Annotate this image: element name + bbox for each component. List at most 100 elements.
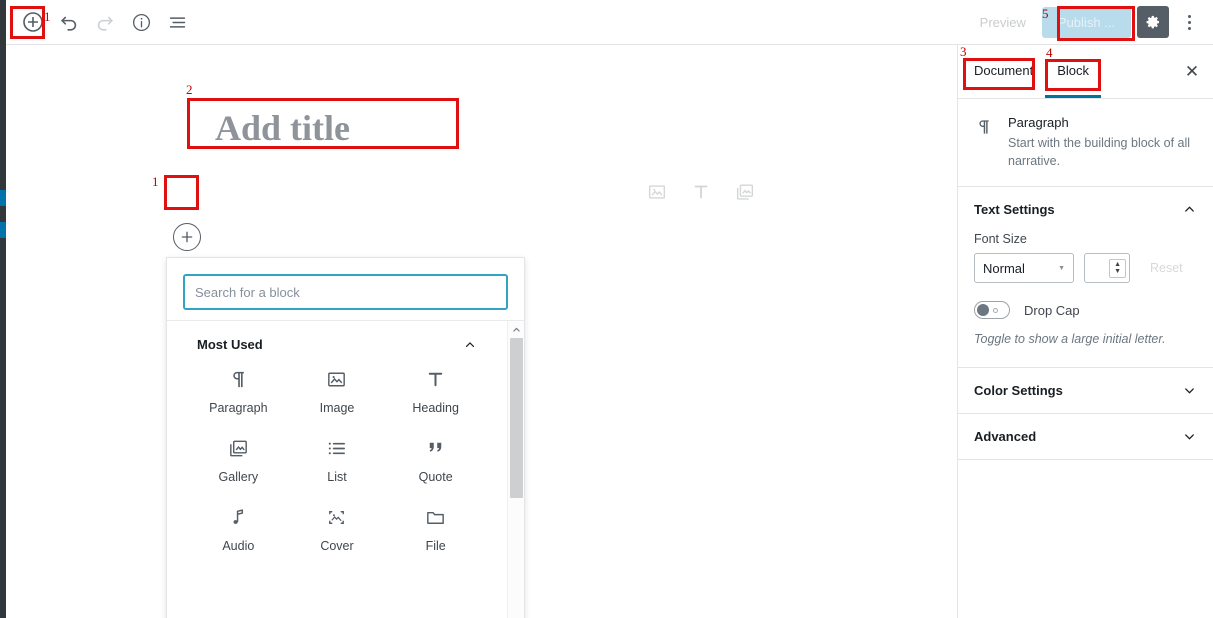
panel-title: Color Settings bbox=[974, 382, 1063, 398]
block-type-paragraph[interactable]: Paragraph bbox=[189, 368, 288, 415]
toggle-hole bbox=[993, 307, 998, 313]
block-card-description: Start with the building block of all nar… bbox=[1008, 136, 1191, 169]
rail-accent-2 bbox=[0, 222, 6, 238]
block-type-cover[interactable]: Cover bbox=[288, 506, 387, 553]
close-sidebar-button[interactable]: ✕ bbox=[1175, 55, 1209, 89]
inserter-body: Most Used Paragraph Image Heading Galler… bbox=[167, 320, 524, 618]
inserter-search-wrap bbox=[167, 258, 524, 320]
chevron-down-icon bbox=[1182, 429, 1197, 444]
dot-2 bbox=[1187, 20, 1191, 24]
panel-color-settings-header[interactable]: Color Settings bbox=[958, 368, 1213, 413]
info-icon bbox=[131, 12, 152, 33]
drop-cap-label: Drop Cap bbox=[1024, 302, 1080, 318]
chevron-up-icon bbox=[1182, 202, 1197, 217]
dot-3 bbox=[1187, 26, 1191, 30]
block-type-label: Paragraph bbox=[209, 401, 268, 415]
block-type-image[interactable]: Image bbox=[288, 368, 387, 415]
post-title-field[interactable]: Add title bbox=[187, 95, 378, 161]
panel-title: Advanced bbox=[974, 428, 1037, 444]
block-card-title: Paragraph bbox=[1008, 115, 1069, 130]
rail-accent-1 bbox=[0, 190, 6, 206]
gallery-icon bbox=[227, 437, 250, 460]
block-type-grid: Paragraph Image Heading Gallery List Quo… bbox=[173, 364, 501, 569]
redo-icon bbox=[94, 11, 116, 33]
stepper-down-icon[interactable]: ▼ bbox=[1114, 268, 1121, 275]
panel-advanced-header[interactable]: Advanced bbox=[958, 414, 1213, 459]
post-title-placeholder: Add title bbox=[215, 108, 350, 148]
block-type-file[interactable]: File bbox=[386, 506, 485, 553]
block-type-heading[interactable]: Heading bbox=[386, 368, 485, 415]
heading-icon[interactable] bbox=[690, 181, 712, 203]
paragraph-icon bbox=[227, 368, 250, 391]
more-options-button[interactable] bbox=[1175, 6, 1203, 38]
block-type-label: Image bbox=[319, 401, 355, 415]
paragraph-icon bbox=[974, 115, 994, 170]
quote-icon bbox=[424, 437, 447, 460]
block-type-label: Heading bbox=[412, 401, 459, 415]
chevron-up-icon bbox=[463, 338, 477, 352]
category-title: Most Used bbox=[197, 337, 263, 352]
chevron-down-icon bbox=[1182, 383, 1197, 398]
block-type-gallery[interactable]: Gallery bbox=[189, 437, 288, 484]
editor-toolbar: Preview Publish ... bbox=[6, 0, 1213, 45]
gear-icon bbox=[1144, 13, 1162, 31]
reset-font-size-button[interactable]: Reset bbox=[1140, 255, 1193, 281]
block-type-list[interactable]: List bbox=[288, 437, 387, 484]
block-search-input[interactable] bbox=[183, 274, 508, 310]
toggle-knob bbox=[977, 304, 989, 317]
content-structure-button[interactable] bbox=[124, 5, 158, 39]
preview-button[interactable]: Preview bbox=[970, 9, 1036, 36]
editor-canvas: Add title Search for a block Most Used P… bbox=[6, 45, 957, 618]
cover-icon bbox=[325, 506, 348, 529]
block-navigation-button[interactable] bbox=[160, 5, 194, 39]
gallery-icon[interactable] bbox=[734, 181, 756, 203]
sidebar-tabs: Document Block ✕ bbox=[958, 45, 1213, 99]
drop-cap-toggle[interactable] bbox=[974, 301, 1010, 320]
canvas-inserter-button[interactable] bbox=[173, 223, 201, 251]
drop-cap-row: Drop Cap bbox=[974, 301, 1197, 320]
block-type-audio[interactable]: Audio bbox=[189, 506, 288, 553]
font-size-value: Normal bbox=[983, 260, 1025, 276]
scrollbar-thumb[interactable] bbox=[509, 338, 523, 498]
font-size-select[interactable]: Normal ▼ bbox=[974, 253, 1074, 284]
toolbar-right-group: Preview Publish ... bbox=[970, 6, 1213, 38]
list-view-icon bbox=[167, 12, 188, 33]
dot-1 bbox=[1187, 14, 1191, 18]
tab-document[interactable]: Document bbox=[962, 46, 1045, 98]
image-icon bbox=[325, 368, 348, 391]
gutenberg-editor: Preview Publish ... Add title Search for… bbox=[0, 0, 1213, 618]
inserter-scrollbar[interactable] bbox=[507, 321, 524, 618]
list-icon bbox=[325, 437, 348, 460]
custom-font-size-input[interactable]: ▲ ▼ bbox=[1084, 253, 1130, 284]
block-type-label: File bbox=[425, 539, 446, 553]
font-size-label: Font Size bbox=[974, 232, 1027, 247]
selected-block-card: Paragraph Start with the building block … bbox=[958, 99, 1213, 188]
image-icon[interactable] bbox=[646, 181, 668, 203]
block-type-quote[interactable]: Quote bbox=[386, 437, 485, 484]
undo-button[interactable] bbox=[52, 5, 86, 39]
panel-text-settings-body: Font Size Normal ▼ ▲ ▼ Reset Drop Cap To… bbox=[958, 232, 1213, 367]
panel-title: Text Settings bbox=[974, 202, 1055, 218]
heading-icon bbox=[424, 368, 447, 391]
toolbar-add-block-button[interactable] bbox=[16, 5, 50, 39]
block-type-label: Cover bbox=[320, 539, 354, 553]
tab-block[interactable]: Block bbox=[1045, 46, 1102, 98]
category-header-most-used[interactable]: Most Used bbox=[173, 321, 501, 364]
plus-circle-icon bbox=[179, 229, 195, 245]
quick-insert-icons bbox=[646, 181, 756, 203]
stepper-up-icon[interactable]: ▲ bbox=[1114, 261, 1121, 268]
settings-button[interactable] bbox=[1137, 6, 1169, 38]
panel-text-settings: Text Settings Font Size Normal ▼ ▲ ▼ Res… bbox=[958, 187, 1213, 368]
inserter-scroll-area: Most Used Paragraph Image Heading Galler… bbox=[167, 321, 507, 618]
block-type-label: List bbox=[327, 470, 347, 484]
scrollbar-up-arrow[interactable] bbox=[508, 321, 525, 338]
panel-text-settings-header[interactable]: Text Settings bbox=[958, 187, 1213, 232]
block-card-text: Paragraph Start with the building block … bbox=[1008, 115, 1197, 170]
redo-button[interactable] bbox=[88, 5, 122, 39]
number-stepper[interactable]: ▲ ▼ bbox=[1109, 258, 1126, 278]
publish-button[interactable]: Publish ... bbox=[1041, 6, 1131, 38]
admin-rail bbox=[0, 0, 6, 618]
scrollbar-track[interactable] bbox=[509, 338, 523, 618]
block-type-label: Audio bbox=[222, 539, 255, 553]
chevron-down-icon: ▼ bbox=[1058, 264, 1065, 272]
